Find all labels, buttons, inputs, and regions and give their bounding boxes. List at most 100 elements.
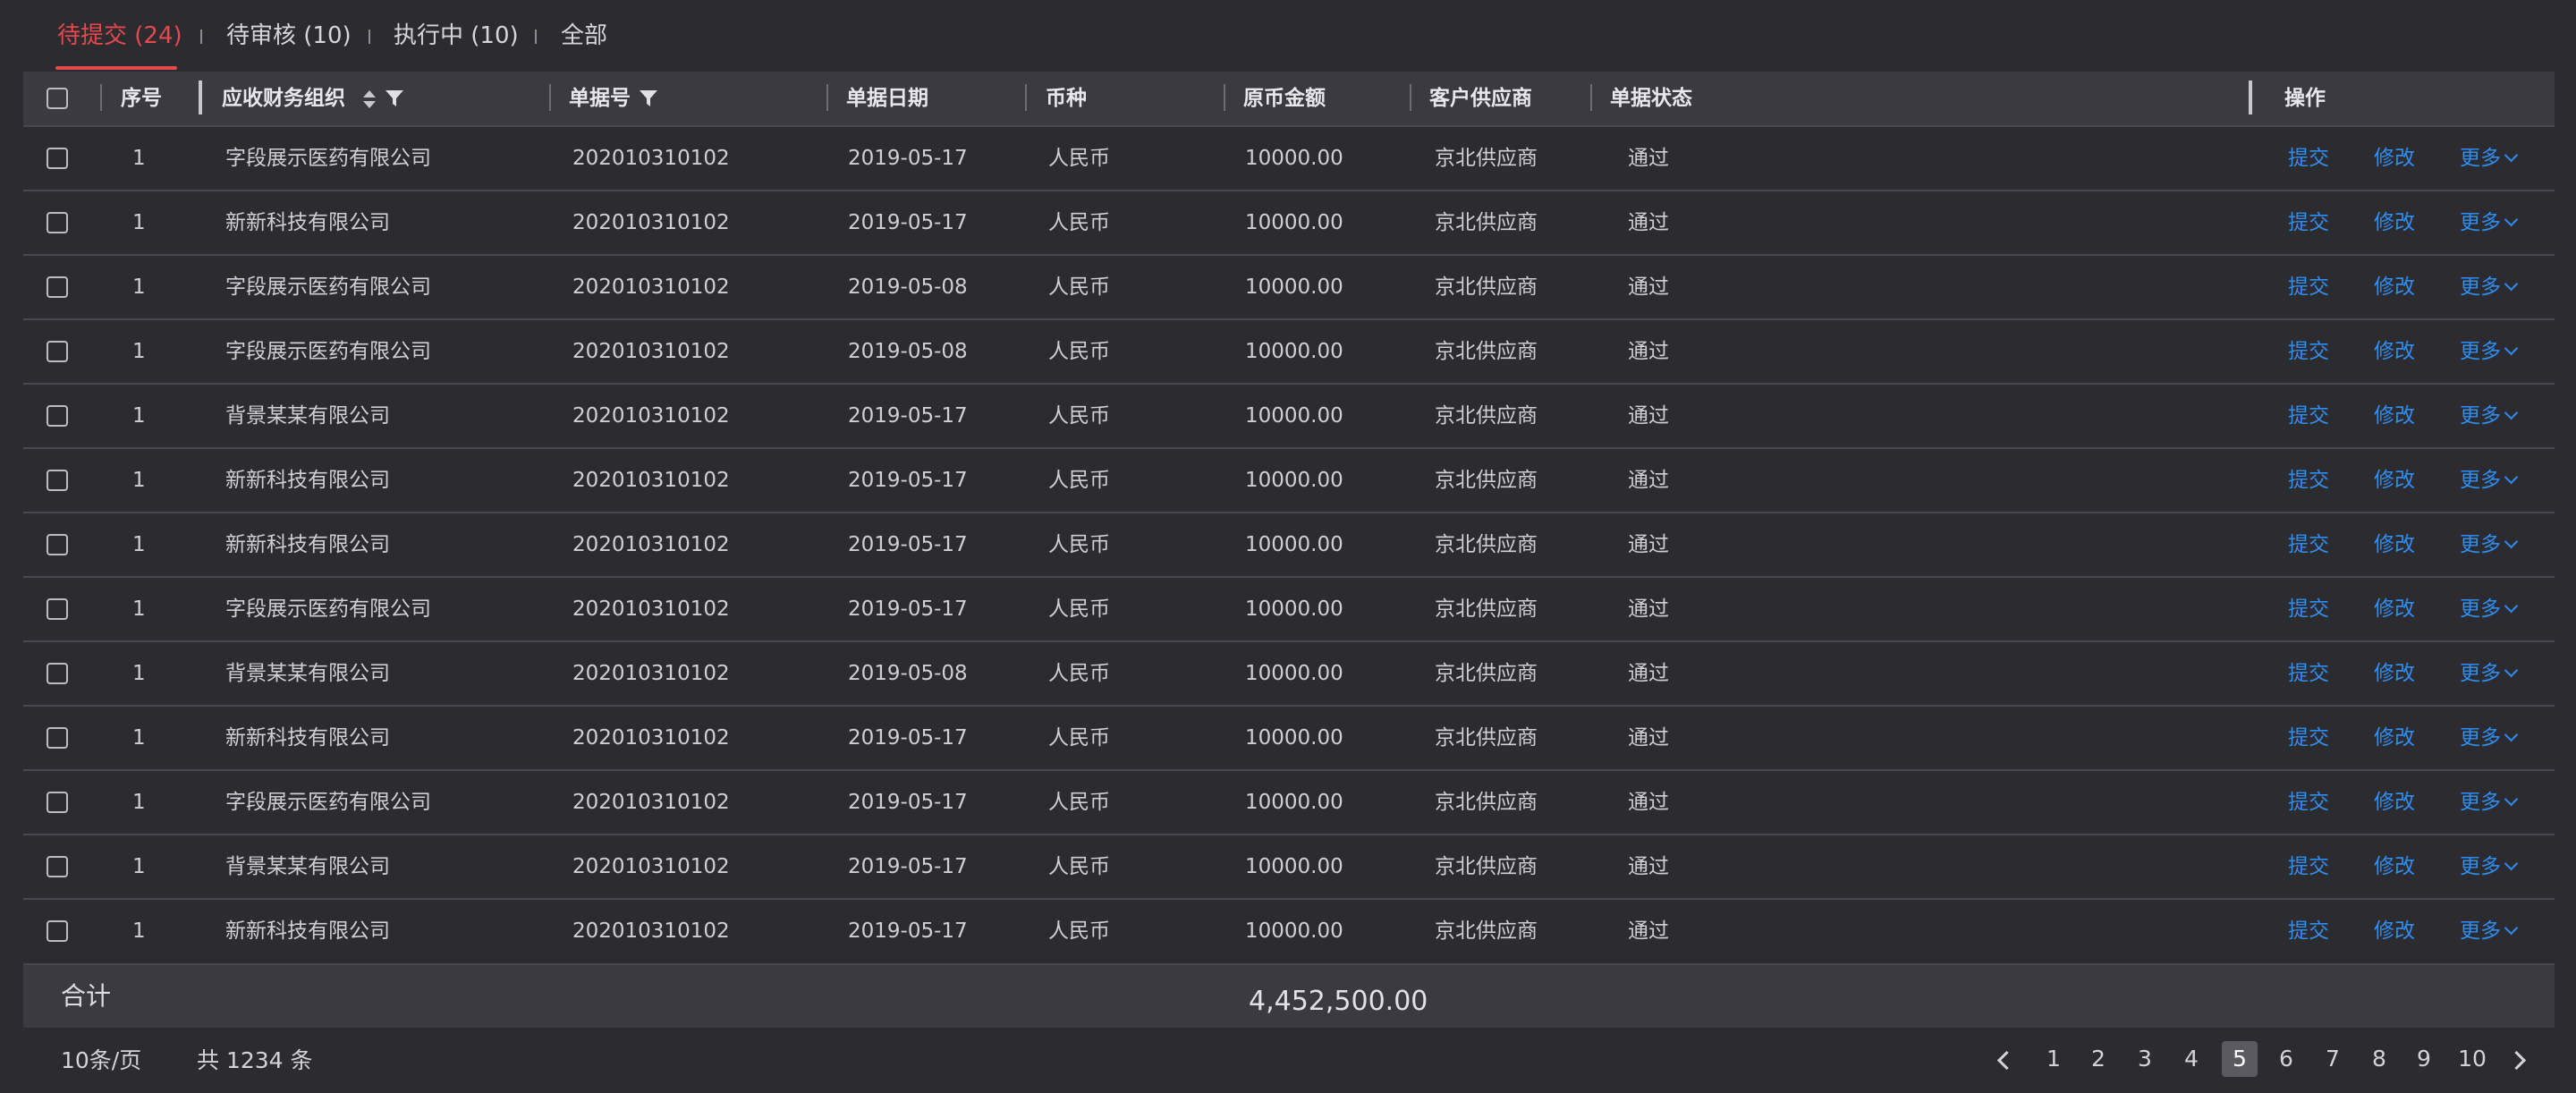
cell-status: 通过 [1628,340,1669,363]
page-number[interactable]: 4 [2174,1041,2209,1077]
edit-link[interactable]: 修改 [2374,513,2415,576]
submit-link[interactable]: 提交 [2288,513,2329,576]
table-row[interactable]: 1 背景某某有限公司 202010310102 2019-05-08 人民币 10000.… [23,640,2555,705]
page-number[interactable]: 3 [2127,1041,2163,1077]
page-number[interactable]: 9 [2406,1041,2442,1077]
row-checkbox[interactable] [47,598,68,620]
tab-pending-submit[interactable]: 待提交 (24) [57,20,182,52]
table-row[interactable]: 1 新新科技有限公司 202010310102 2019-05-17 人民币 10000.… [23,447,2555,512]
submit-link[interactable]: 提交 [2288,320,2329,383]
more-dropdown[interactable]: 更多 [2460,449,2519,512]
row-checkbox[interactable] [47,534,68,555]
page-number[interactable]: 6 [2268,1041,2304,1077]
table-row[interactable]: 1 字段展示医药有限公司 202010310102 2019-05-17 人民币 1000… [23,769,2555,834]
header-status[interactable]: 单据状态 [1610,72,1692,125]
filter-icon[interactable] [385,89,404,108]
more-dropdown[interactable]: 更多 [2460,320,2519,383]
cell-amount: 10000.00 [1245,340,1343,363]
more-dropdown[interactable]: 更多 [2460,578,2519,640]
submit-link[interactable]: 提交 [2288,642,2329,705]
submit-link[interactable]: 提交 [2288,191,2329,254]
table-row[interactable]: 1 新新科技有限公司 202010310102 2019-05-17 人民币 10000.… [23,705,2555,769]
edit-link[interactable]: 修改 [2374,578,2415,640]
edit-link[interactable]: 修改 [2374,900,2415,962]
more-dropdown[interactable]: 更多 [2460,771,2519,834]
row-checkbox[interactable] [47,792,68,813]
row-checkbox[interactable] [47,663,68,684]
edit-link[interactable]: 修改 [2374,707,2415,769]
submit-link[interactable]: 提交 [2288,256,2329,318]
tab-executing[interactable]: 执行中 (10) [394,20,519,52]
more-dropdown[interactable]: 更多 [2460,835,2519,898]
page-number[interactable]: 2 [2080,1041,2116,1077]
filter-icon[interactable] [639,89,658,108]
header-bill-no[interactable]: 单据号 [569,72,631,125]
submit-link[interactable]: 提交 [2288,707,2329,769]
column-divider [1410,84,1411,111]
page-number[interactable]: 1 [2036,1041,2072,1077]
submit-link[interactable]: 提交 [2288,385,2329,447]
cell-currency: 人民币 [1048,533,1110,556]
edit-link[interactable]: 修改 [2374,191,2415,254]
column-resize-handle[interactable] [199,80,202,114]
page-size-selector[interactable]: 10条/页 [61,1045,141,1077]
more-dropdown[interactable]: 更多 [2460,642,2519,705]
table-row[interactable]: 1 背景某某有限公司 202010310102 2019-05-17 人民币 10000.… [23,834,2555,898]
row-checkbox[interactable] [47,727,68,749]
row-checkbox[interactable] [47,341,68,362]
edit-link[interactable]: 修改 [2374,771,2415,834]
sort-icon[interactable] [361,89,377,109]
edit-link[interactable]: 修改 [2374,127,2415,190]
edit-link[interactable]: 修改 [2374,449,2415,512]
row-checkbox[interactable] [47,856,68,877]
row-checkbox[interactable] [47,276,68,298]
page-number[interactable]: 8 [2361,1041,2397,1077]
more-dropdown[interactable]: 更多 [2460,191,2519,254]
page-number[interactable]: 10 [2451,1041,2494,1077]
edit-link[interactable]: 修改 [2374,320,2415,383]
submit-link[interactable]: 提交 [2288,578,2329,640]
more-dropdown[interactable]: 更多 [2460,256,2519,318]
more-dropdown[interactable]: 更多 [2460,900,2519,962]
submit-link[interactable]: 提交 [2288,835,2329,898]
more-dropdown[interactable]: 更多 [2460,513,2519,576]
page-number[interactable]: 5 [2222,1041,2258,1077]
submit-link[interactable]: 提交 [2288,900,2329,962]
table-row[interactable]: 1 背景某某有限公司 202010310102 2019-05-17 人民币 10000.… [23,383,2555,447]
header-org[interactable]: 应收财务组织 [222,72,345,125]
edit-link[interactable]: 修改 [2374,835,2415,898]
header-index[interactable]: 序号 [121,72,162,125]
column-resize-handle[interactable] [2249,80,2252,114]
header-currency[interactable]: 币种 [1046,72,1087,125]
tab-all[interactable]: 全部 [561,20,607,52]
table-row[interactable]: 1 字段展示医药有限公司 202010310102 2019-05-17 人民币 1000… [23,125,2555,190]
row-checkbox[interactable] [47,148,68,169]
edit-link[interactable]: 修改 [2374,256,2415,318]
more-dropdown[interactable]: 更多 [2460,127,2519,190]
submit-link[interactable]: 提交 [2288,771,2329,834]
table-row[interactable]: 1 新新科技有限公司 202010310102 2019-05-17 人民币 10000.… [23,190,2555,254]
table-row[interactable]: 1 字段展示医药有限公司 202010310102 2019-05-08 人民币 1000… [23,318,2555,383]
header-bill-date[interactable]: 单据日期 [846,72,928,125]
row-checkbox[interactable] [47,405,68,427]
row-checkbox[interactable] [47,470,68,491]
submit-link[interactable]: 提交 [2288,449,2329,512]
prev-page-icon[interactable] [1996,1050,2017,1071]
edit-link[interactable]: 修改 [2374,385,2415,447]
next-page-icon[interactable] [2506,1050,2527,1071]
table-row[interactable]: 1 字段展示医药有限公司 202010310102 2019-05-17 人民币 1000… [23,576,2555,640]
table-row[interactable]: 1 新新科技有限公司 202010310102 2019-05-17 人民币 10000.… [23,512,2555,576]
table-row[interactable]: 1 字段展示医药有限公司 202010310102 2019-05-08 人民币 1000… [23,254,2555,318]
row-checkbox[interactable] [47,212,68,233]
tab-pending-review[interactable]: 待审核 (10) [226,20,352,52]
more-dropdown[interactable]: 更多 [2460,385,2519,447]
submit-link[interactable]: 提交 [2288,127,2329,190]
page-number[interactable]: 7 [2315,1041,2351,1077]
select-all-checkbox[interactable] [47,88,68,109]
more-dropdown[interactable]: 更多 [2460,707,2519,769]
table-row[interactable]: 1 新新科技有限公司 202010310102 2019-05-17 人民币 10000.… [23,898,2555,962]
row-checkbox[interactable] [47,920,68,942]
header-supplier[interactable]: 客户供应商 [1429,72,1532,125]
header-amount[interactable]: 原币金额 [1243,72,1326,125]
edit-link[interactable]: 修改 [2374,642,2415,705]
